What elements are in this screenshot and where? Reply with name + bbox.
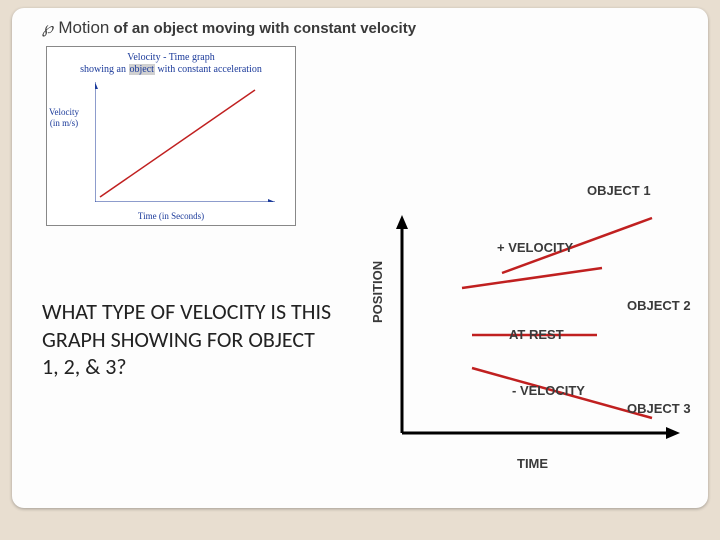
thumb-chart-svg [95, 82, 275, 202]
label-object-2: OBJECT 2 [627, 298, 691, 313]
label-at-rest: AT REST [509, 327, 564, 342]
velocity-time-thumbnail: Velocity - Time graph showing an object … [46, 46, 296, 226]
slide-container: ℘ Motion of an object moving with consta… [12, 8, 708, 508]
bullet-glyph: ℘ [42, 20, 53, 37]
label-minus-velocity: - VELOCITY [512, 383, 585, 398]
thumb-ylabel: Velocity (in m/s) [49, 107, 79, 129]
heading-rest: of an object moving with constant veloci… [114, 20, 417, 37]
slide-heading: ℘ Motion of an object moving with consta… [12, 18, 708, 38]
label-object-1: OBJECT 1 [587, 183, 651, 198]
graph-xlabel: TIME [517, 456, 548, 471]
label-object-3: OBJECT 3 [627, 401, 691, 416]
label-plus-velocity: + VELOCITY [497, 240, 573, 255]
graph-ylabel: POSITION [370, 261, 385, 323]
heading-motion: Motion [58, 18, 109, 37]
thumb-title: Velocity - Time graph showing an object … [47, 52, 295, 76]
question-text: WHAT TYPE OF VELOCITY IS THIS GRAPH SHOW… [42, 298, 332, 381]
thumb-xlabel: Time (in Seconds) [47, 211, 295, 221]
